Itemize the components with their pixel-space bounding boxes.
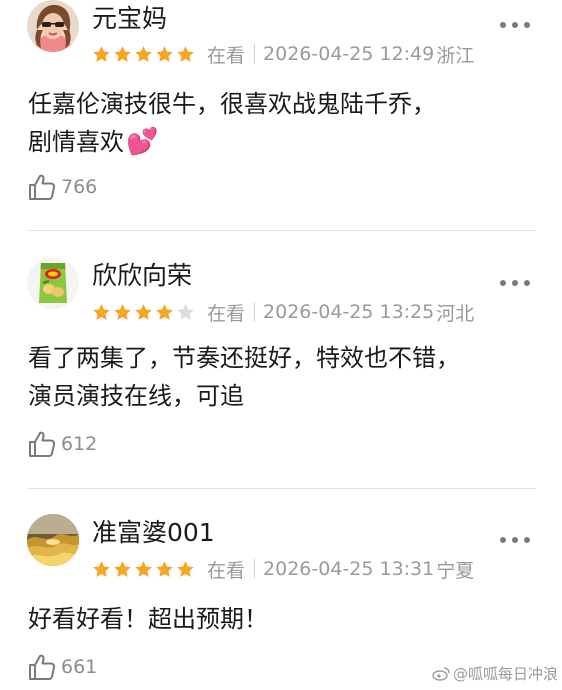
- username[interactable]: 元宝妈: [92, 4, 167, 34]
- like-button[interactable]: 612: [27, 427, 97, 461]
- watermark: @呱呱每日冲浪: [432, 663, 558, 684]
- star-filled-icon: [177, 45, 194, 62]
- comment-location: 河北: [436, 302, 475, 325]
- comment-text-part: 剧情喜欢: [28, 128, 124, 156]
- comment-list: 元宝妈 在看 2026-04-25 12:49 浙江 任嘉伦演技很牛，很喜欢战鬼…: [0, 0, 562, 690]
- like-button[interactable]: 766: [27, 170, 97, 204]
- two-hearts-emoji-icon: 💕: [126, 127, 159, 157]
- like-count: 612: [61, 433, 98, 455]
- user-avatar[interactable]: [27, 257, 79, 309]
- comment-text-line: 演员演技在线，可追: [28, 382, 244, 410]
- watermark-text: @呱呱每日冲浪: [452, 665, 558, 683]
- comment-item: 欣欣向荣 在看 2026-04-25 13:25 河北 看了两集了，节奏还挺好，…: [0, 257, 562, 487]
- comment-divider: [27, 230, 536, 231]
- user-avatar[interactable]: [27, 0, 79, 52]
- rating-stars: [92, 303, 195, 322]
- comment-timestamp: 2026-04-25 13:31: [263, 558, 435, 580]
- like-count: 766: [61, 176, 98, 198]
- star-filled-icon: [156, 45, 173, 62]
- comment-text-line: 看了两集了，节奏还挺好，特效也不错，: [28, 344, 460, 372]
- watch-status: 在看: [207, 44, 246, 67]
- comment-location: 浙江: [436, 44, 475, 67]
- comment-timestamp: 2026-04-25 12:49: [263, 43, 435, 65]
- comment-timestamp: 2026-04-25 13:25: [263, 301, 435, 323]
- star-filled-icon: [156, 303, 173, 320]
- comment-text-line: 任嘉伦演技很牛，很喜欢战鬼陆千乔，: [28, 90, 436, 118]
- chips-bag-avatar-icon: [27, 257, 79, 309]
- weibo-logo-icon: [432, 667, 450, 681]
- like-count: 661: [61, 656, 98, 678]
- comment-meta: 在看 2026-04-25 13:31 宁夏: [92, 557, 475, 582]
- thumbs-up-icon: [29, 174, 56, 200]
- watch-status: 在看: [207, 302, 246, 325]
- comment-text: 看了两集了，节奏还挺好，特效也不错， 演员演技在线，可追: [28, 339, 538, 415]
- comment-text-line: 好看好看！超出预期！: [28, 605, 268, 633]
- comment-meta: 在看 2026-04-25 12:49 浙江: [92, 42, 475, 67]
- more-options-icon[interactable]: [500, 21, 530, 29]
- star-filled-icon: [135, 560, 152, 577]
- meta-divider: [254, 559, 256, 579]
- username[interactable]: 欣欣向荣: [92, 261, 192, 291]
- star-filled-icon: [114, 303, 131, 320]
- user-avatar[interactable]: [27, 514, 79, 566]
- comment-text: 好看好看！超出预期！: [28, 600, 538, 638]
- comment-divider: [27, 488, 536, 489]
- thumbs-up-icon: [29, 431, 56, 457]
- star-filled-icon: [114, 560, 131, 577]
- star-filled-icon: [135, 303, 152, 320]
- meta-divider: [254, 44, 256, 64]
- comment-text: 任嘉伦演技很牛，很喜欢战鬼陆千乔， 剧情喜欢💕: [28, 85, 538, 161]
- meta-divider: [254, 302, 256, 322]
- comment-meta: 在看 2026-04-25 13:25 河北: [92, 300, 475, 325]
- star-filled-icon: [93, 45, 110, 62]
- username[interactable]: 准富婆001: [92, 518, 215, 548]
- star-filled-icon: [93, 303, 110, 320]
- star-filled-icon: [114, 45, 131, 62]
- rating-stars: [92, 45, 195, 64]
- star-filled-icon: [156, 560, 173, 577]
- like-button[interactable]: 661: [27, 650, 97, 684]
- watch-status: 在看: [207, 559, 246, 582]
- comment-item: 元宝妈 在看 2026-04-25 12:49 浙江 任嘉伦演技很牛，很喜欢战鬼…: [0, 0, 562, 230]
- star-empty-icon: [177, 303, 194, 320]
- comment-text-line: 剧情喜欢💕: [28, 123, 538, 161]
- star-filled-icon: [93, 560, 110, 577]
- more-options-icon[interactable]: [500, 279, 530, 287]
- more-options-icon[interactable]: [500, 536, 530, 544]
- golden-wave-avatar-icon: [27, 514, 79, 566]
- comment-location: 宁夏: [436, 559, 475, 582]
- star-filled-icon: [135, 45, 152, 62]
- star-filled-icon: [177, 560, 194, 577]
- rating-stars: [92, 560, 195, 579]
- woman-with-sunglasses-avatar-icon: [27, 0, 79, 52]
- thumbs-up-icon: [29, 654, 56, 680]
